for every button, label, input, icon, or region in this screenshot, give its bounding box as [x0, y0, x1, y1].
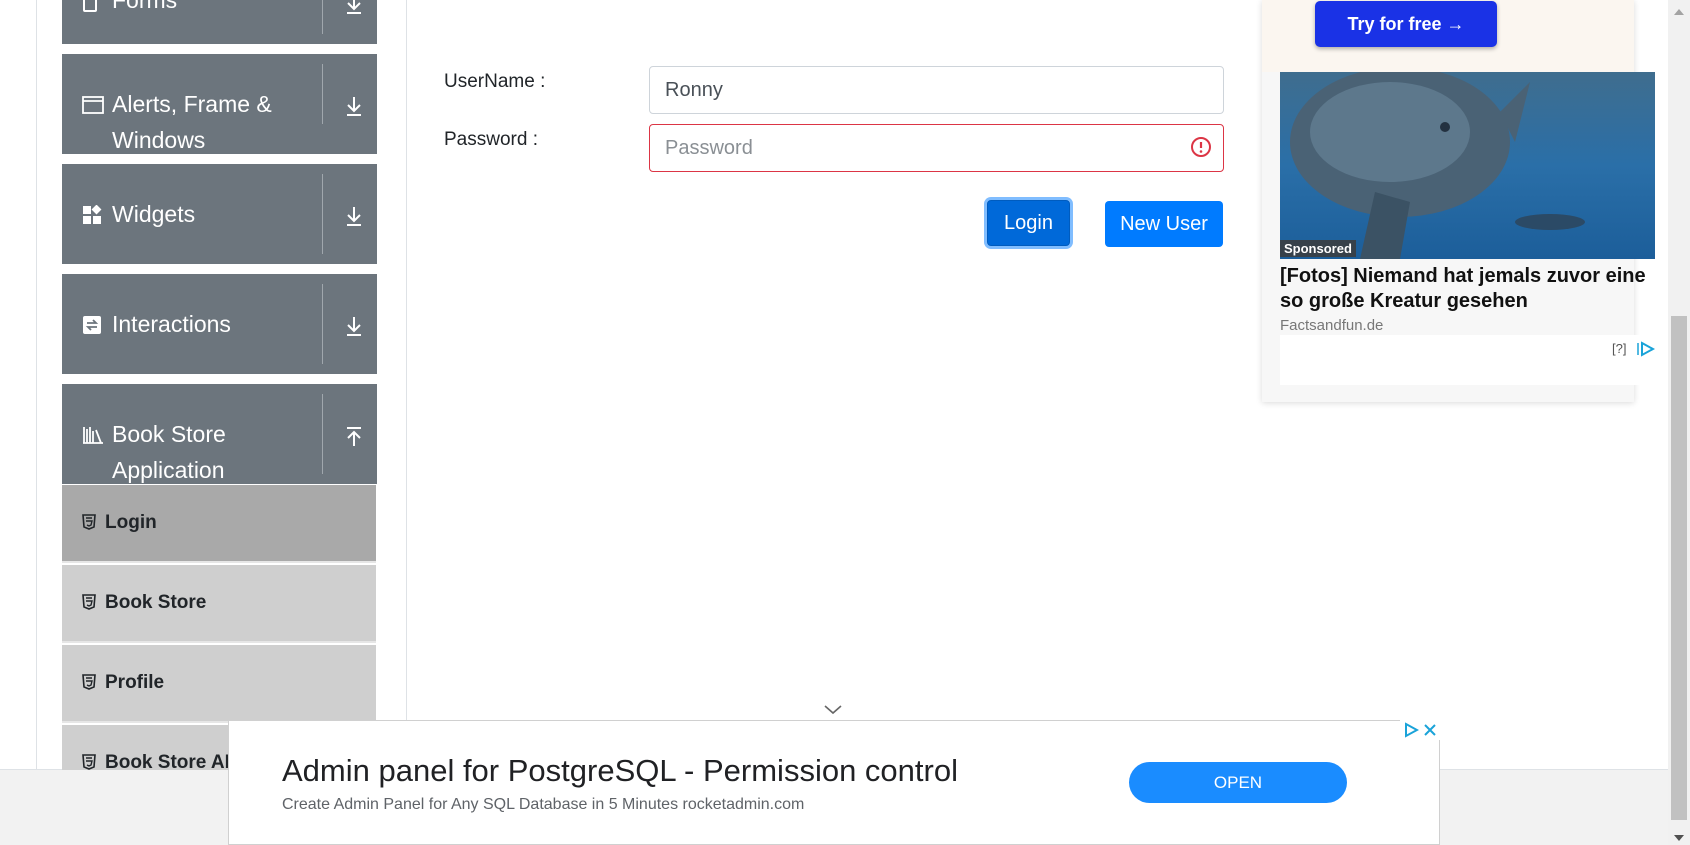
sidebar-item-label: Profile	[105, 672, 165, 693]
ad-text-background	[1280, 335, 1655, 385]
interactions-icon	[82, 315, 104, 337]
sidebar-group-label: Forms	[112, 0, 178, 13]
group-separator	[322, 284, 323, 364]
bottom-banner-ad[interactable]: Admin panel for PostgreSQL - Permission …	[228, 720, 1440, 845]
login-button[interactable]: Login	[987, 200, 1070, 246]
ad-image-sunfish[interactable]	[1280, 72, 1655, 259]
sidebar-group-interactions[interactable]: Interactions	[62, 274, 377, 374]
vertical-scrollbar[interactable]	[1668, 0, 1690, 845]
close-icon[interactable]	[1422, 722, 1438, 743]
form-icon	[82, 0, 104, 16]
group-separator	[322, 394, 323, 474]
username-label: UserName :	[444, 71, 546, 92]
ad-source[interactable]: Factsandfun.de	[1280, 317, 1383, 334]
sidebar-group-label: Book Store Application	[112, 421, 226, 483]
window-icon	[82, 95, 104, 117]
html5-icon	[82, 514, 96, 530]
upload-arrow-icon[interactable]	[344, 426, 364, 450]
sidebar-item-label: Login	[105, 512, 157, 533]
scroll-down-arrow-icon[interactable]	[1673, 830, 1685, 841]
sponsored-badge: Sponsored	[1280, 240, 1356, 257]
group-separator	[322, 64, 323, 124]
sidebar-item-label: Book Store	[105, 592, 207, 613]
download-arrow-icon[interactable]	[344, 206, 364, 230]
page: Forms Alerts, Frame & Windows Widgets In…	[0, 0, 1690, 845]
password-input[interactable]: Password	[649, 124, 1224, 172]
adchoices-icon[interactable]	[1637, 341, 1656, 357]
sidebar-item-label: Book Store API	[105, 752, 243, 770]
group-separator	[322, 174, 323, 254]
download-arrow-icon[interactable]	[344, 96, 364, 120]
html5-icon	[82, 754, 96, 770]
new-user-button[interactable]: New User	[1105, 201, 1223, 247]
widgets-icon	[82, 204, 104, 227]
sidebar-item-book-store[interactable]: Book Store	[62, 565, 376, 643]
ad-headline[interactable]: [Fotos] Niemand hat jemals zuvor eine so…	[1280, 264, 1665, 314]
sidebar-group-widgets[interactable]: Widgets	[62, 164, 377, 264]
sidebar-group-label: Interactions	[112, 311, 231, 337]
sidebar-group-alerts[interactable]: Alerts, Frame & Windows	[62, 54, 377, 154]
banner-ad-description: Create Admin Panel for Any SQL Database …	[282, 796, 805, 813]
error-icon	[1190, 136, 1212, 158]
sidebar-group-forms[interactable]: Forms	[62, 0, 377, 44]
group-separator	[322, 0, 323, 34]
ad-controls	[1400, 720, 1440, 740]
content-border-left	[406, 0, 407, 770]
chevron-down-icon[interactable]	[822, 702, 844, 716]
password-label: Password :	[444, 129, 538, 150]
adchoices-icon[interactable]	[1403, 722, 1420, 743]
scroll-up-arrow-icon[interactable]	[1673, 4, 1685, 15]
html5-icon	[82, 594, 96, 610]
sidebar-group-book-store[interactable]: Book Store Application	[62, 384, 377, 484]
sidebar: Forms Alerts, Frame & Windows Widgets In…	[62, 0, 377, 770]
html5-icon	[82, 674, 96, 690]
scrollbar-thumb[interactable]	[1671, 316, 1687, 820]
open-button[interactable]: OPEN	[1129, 762, 1347, 803]
sidebar-group-label: Widgets	[112, 201, 196, 227]
books-icon	[82, 425, 104, 447]
container-border-left	[36, 0, 37, 770]
sidebar-item-profile[interactable]: Profile	[62, 645, 376, 723]
banner-ad-title[interactable]: Admin panel for PostgreSQL - Permission …	[282, 753, 958, 789]
try-for-free-button[interactable]: Try for free →	[1315, 1, 1497, 47]
download-arrow-icon[interactable]	[344, 0, 364, 18]
ad-help-link[interactable]: [?]	[1612, 341, 1626, 356]
sidebar-group-label: Alerts, Frame & Windows	[112, 91, 272, 153]
username-input[interactable]: Ronny	[649, 66, 1224, 114]
sidebar-item-login[interactable]: Login	[62, 485, 376, 563]
download-arrow-icon[interactable]	[344, 316, 364, 340]
